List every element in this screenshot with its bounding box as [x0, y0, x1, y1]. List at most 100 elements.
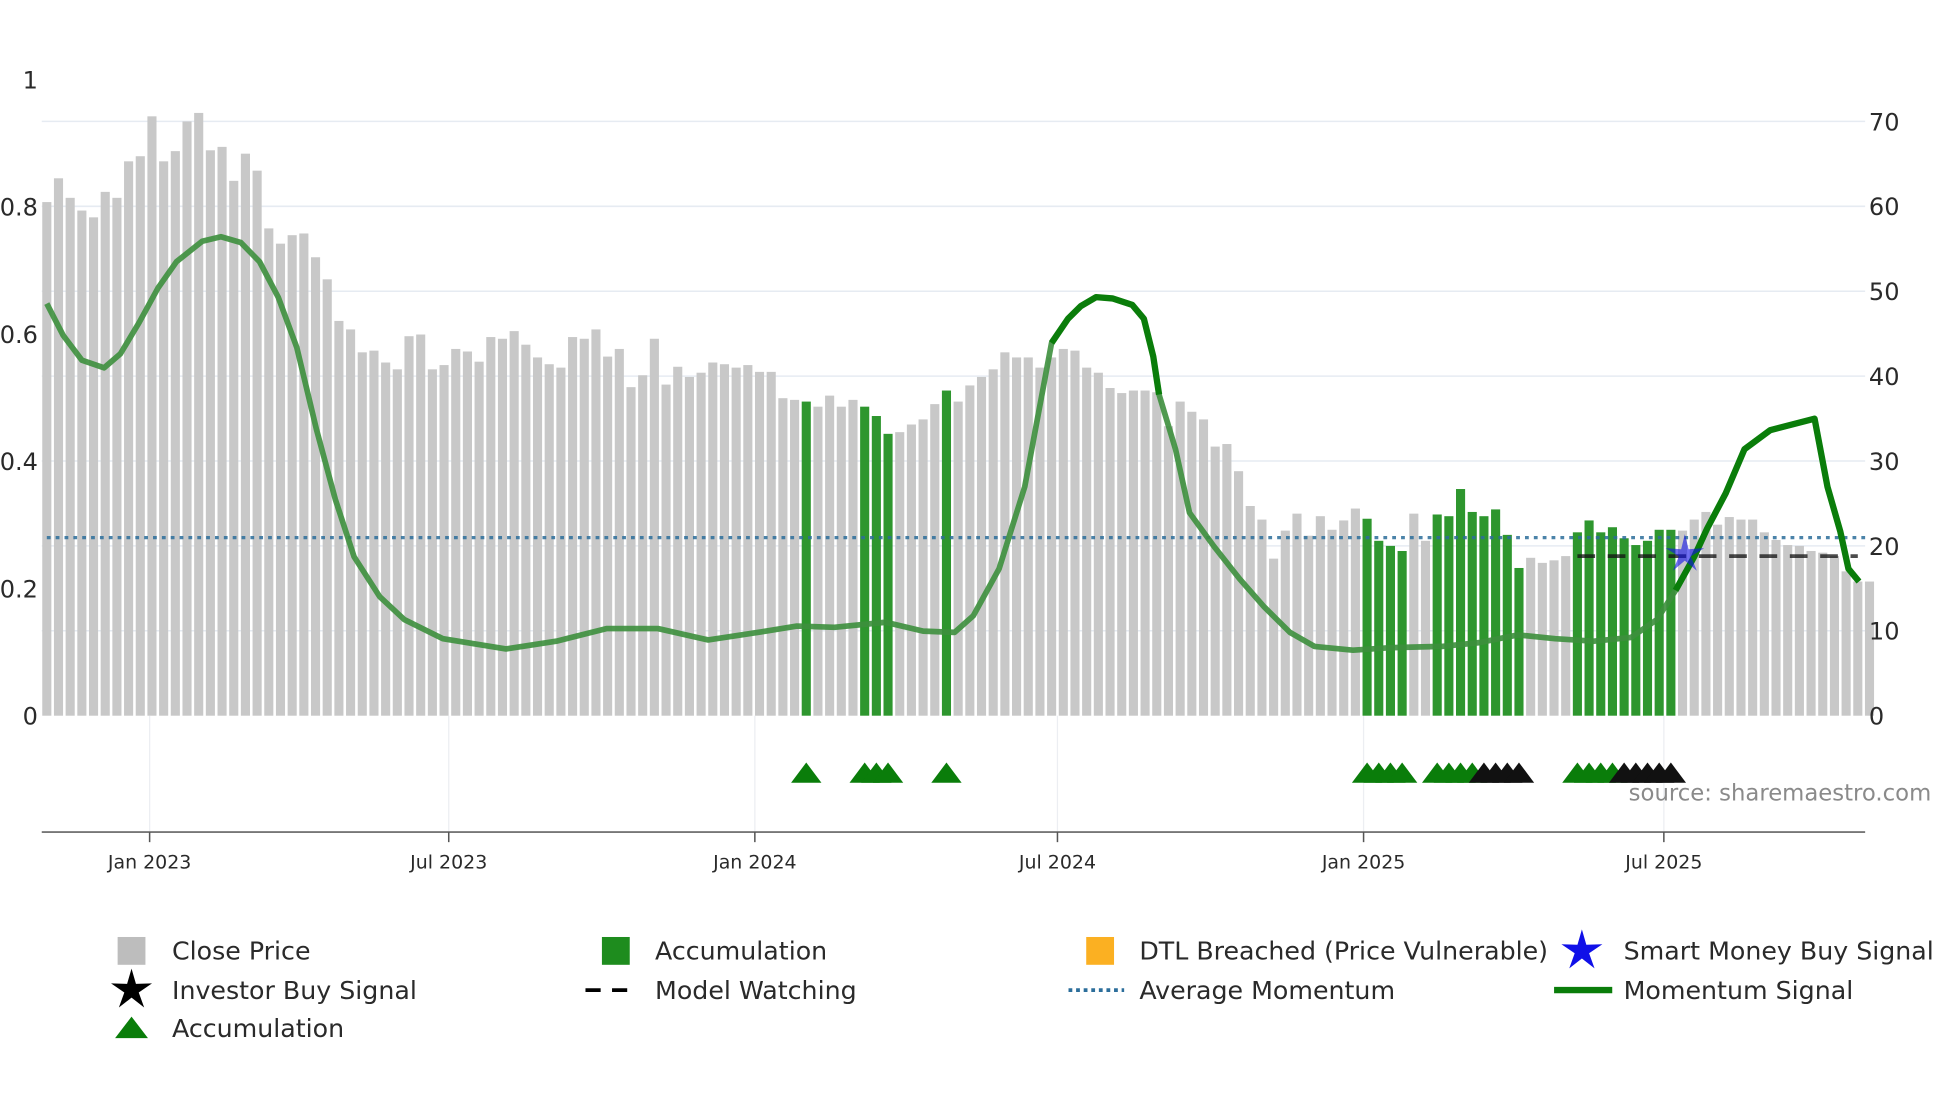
- blue-star-icon: [1561, 929, 1603, 969]
- close-price-bar: [357, 352, 367, 716]
- x-tick-label: Jan 2024: [712, 852, 796, 874]
- close-price-bar: [1350, 508, 1360, 716]
- close-price-bar: [1105, 387, 1115, 716]
- close-price-bar: [1058, 348, 1068, 716]
- left-y-tick-label: 1: [23, 67, 38, 95]
- close-price-bar: [1759, 532, 1769, 716]
- close-price-bar: [1128, 390, 1138, 716]
- close-price-bar: [217, 146, 227, 716]
- close-price-bar: [836, 406, 846, 716]
- accumulation-bar: [1374, 540, 1384, 716]
- legend-item: Average Momentum: [1068, 976, 1395, 1005]
- close-price-bar: [462, 351, 472, 716]
- legend-label: Momentum Signal: [1624, 976, 1854, 1005]
- close-price-bar: [1806, 550, 1816, 716]
- close-price-bar: [1736, 519, 1746, 716]
- accumulation-bar: [1362, 518, 1372, 716]
- accumulation-bar: [1514, 567, 1524, 716]
- x-tick-label: Jul 2024: [1018, 852, 1096, 874]
- legend-item: Accumulation: [601, 937, 827, 966]
- legend-label: Investor Buy Signal: [172, 976, 417, 1005]
- close-price-bar: [988, 369, 998, 716]
- legend-item: Model Watching: [585, 976, 857, 1005]
- close-price-bar: [1783, 545, 1793, 716]
- close-price-bar: [1117, 393, 1127, 716]
- close-price-bar: [486, 337, 496, 716]
- accumulation-bar: [883, 433, 893, 716]
- right-y-tick-label: 50: [1869, 278, 1900, 306]
- accumulation-bar: [1479, 516, 1489, 716]
- close-price-bar: [124, 161, 134, 716]
- accumulation-triangle-icon: [791, 762, 822, 783]
- close-price-bar: [521, 344, 531, 716]
- close-price-bar: [299, 233, 309, 716]
- close-price-bar: [427, 369, 437, 716]
- close-price-bar: [544, 364, 554, 716]
- orange-square-icon: [1086, 936, 1115, 965]
- triangle-icon: [115, 1016, 148, 1039]
- accumulation-triangle-icon: [931, 762, 962, 783]
- close-price-bar: [310, 257, 321, 716]
- close-price-bar: [53, 178, 64, 716]
- close-price-bar: [404, 336, 414, 716]
- left-y-tick-label: 0.2: [0, 575, 38, 603]
- close-price-bar: [778, 398, 788, 716]
- close-price-bar: [953, 401, 963, 716]
- close-price-bar: [65, 197, 75, 716]
- close-price-bar: [649, 338, 659, 716]
- close-price-bar: [42, 202, 52, 716]
- close-price-bar: [451, 348, 461, 716]
- close-price-bar: [1853, 581, 1863, 716]
- close-price-bar: [182, 121, 192, 716]
- close-price-bar: [1070, 350, 1080, 716]
- close-price-bar: [591, 329, 601, 716]
- close-price-bar: [719, 364, 730, 716]
- close-price-bar: [918, 419, 928, 716]
- source-label: source: sharemaestro.com: [1629, 780, 1932, 806]
- close-price-bar: [100, 191, 110, 716]
- close-price-bar: [88, 217, 99, 716]
- close-price-bar: [1210, 446, 1220, 716]
- accumulation-bar: [1491, 509, 1501, 716]
- close-price-bar: [112, 197, 122, 716]
- close-price-bar: [790, 399, 800, 716]
- right-y-tick-label: 40: [1869, 363, 1900, 391]
- close-price-bar: [1222, 444, 1232, 716]
- close-price-bar: [287, 235, 297, 716]
- legend-item: Smart Money Buy Signal: [1561, 929, 1934, 969]
- close-price-bar: [1841, 571, 1851, 716]
- momentum-chart: Jan 2023 Jul 2023 Jan 2024 Jul 2024 Jan 2025…: [0, 67, 1934, 1043]
- close-price-bar: [1724, 517, 1734, 716]
- close-price-bar: [1093, 372, 1103, 716]
- legend-label: Close Price: [172, 937, 310, 966]
- accumulation-bar: [1502, 534, 1512, 716]
- close-price-bar: [1304, 535, 1314, 716]
- right-y-tick-label: 60: [1869, 193, 1900, 221]
- x-tick-label: Jan 2025: [1321, 852, 1405, 874]
- close-price-bar: [568, 337, 578, 716]
- close-price-bar: [1339, 520, 1349, 716]
- close-price-bar: [1234, 471, 1244, 716]
- legend-item: Investor Buy Signal: [111, 968, 417, 1008]
- black-star-icon: [111, 968, 153, 1008]
- accumulation-bar: [801, 401, 811, 716]
- close-price-bar: [1794, 545, 1804, 716]
- legend-item: Close Price: [117, 937, 310, 966]
- right-y-tick-label: 70: [1869, 108, 1900, 136]
- close-price-bar: [1748, 519, 1758, 716]
- close-price-bar: [1257, 519, 1267, 716]
- accumulation-bar: [1385, 545, 1396, 716]
- close-price-bar: [205, 150, 215, 716]
- legend-item: Momentum Signal: [1554, 976, 1853, 1005]
- close-price-bar: [416, 334, 426, 716]
- x-tick-label: Jan 2023: [107, 852, 191, 874]
- close-price-bar: [696, 372, 706, 716]
- close-price-bar: [1140, 390, 1150, 716]
- accumulation-bar: [1432, 514, 1442, 716]
- close-price-bar: [1315, 516, 1325, 716]
- close-price-bar: [825, 395, 835, 716]
- close-price-bar: [848, 399, 858, 716]
- accumulation-bar: [1584, 520, 1594, 716]
- accumulation-bar: [1572, 532, 1582, 716]
- close-price-bar: [170, 151, 180, 716]
